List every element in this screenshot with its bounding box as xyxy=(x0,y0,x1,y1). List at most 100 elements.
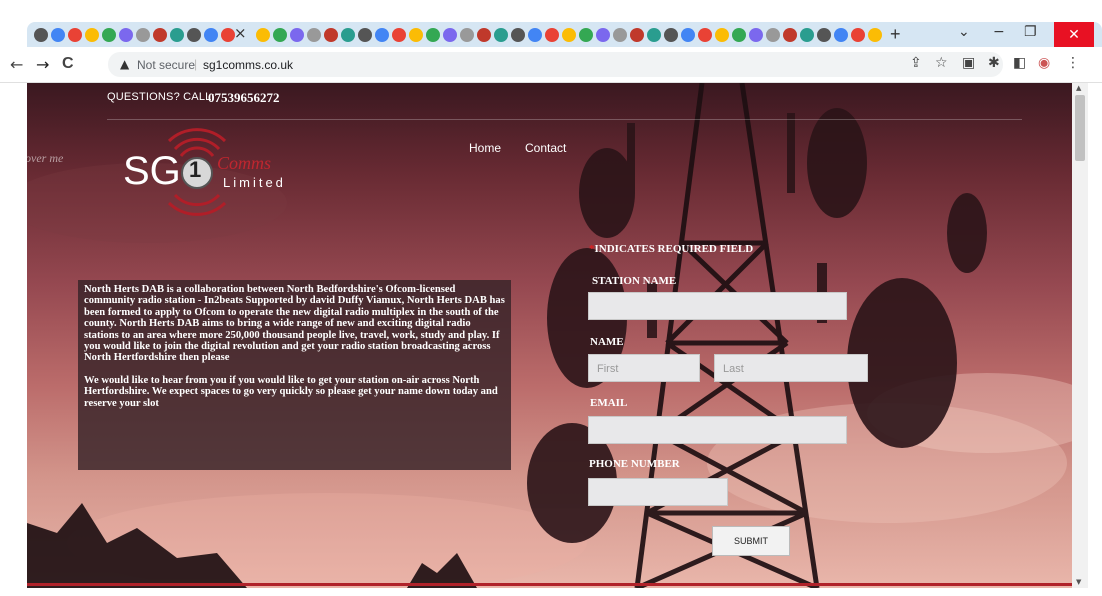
bottom-accent-bar xyxy=(27,583,1072,586)
scrollbar-thumb[interactable] xyxy=(1075,95,1085,161)
cta-paragraph: We would like to hear from you if you wo… xyxy=(84,374,498,409)
not-secure-label[interactable]: Not secure xyxy=(137,58,195,72)
tab-favicon-icon[interactable] xyxy=(545,28,559,42)
email-input[interactable] xyxy=(588,416,847,444)
back-button[interactable]: ← xyxy=(10,55,23,74)
phone-label: PHONE NUMBER xyxy=(589,458,680,470)
side-panel-icon[interactable]: ◧ xyxy=(1013,55,1026,71)
menu-kebab-icon[interactable]: ⋮ xyxy=(1066,55,1080,71)
tab-favicon-icon[interactable] xyxy=(358,28,372,42)
tab-favicon-icon[interactable] xyxy=(596,28,610,42)
tab-favicon-icon[interactable] xyxy=(392,28,406,42)
tab-favicon-icon[interactable] xyxy=(749,28,763,42)
profile-icon[interactable]: ◉ xyxy=(1038,55,1050,71)
reload-button[interactable]: C xyxy=(62,55,74,73)
nav-contact-link[interactable]: Contact xyxy=(525,141,566,155)
tab-favicon-icon[interactable] xyxy=(119,28,133,42)
scroll-up-arrow-icon[interactable]: ▲ xyxy=(1076,84,1081,92)
tab-favicon-icon[interactable] xyxy=(187,28,201,42)
tab-favicon-icon[interactable] xyxy=(409,28,423,42)
tab-favicon-icon[interactable] xyxy=(102,28,116,42)
email-label: EMAIL xyxy=(590,397,628,409)
tab-favicon-icon[interactable] xyxy=(766,28,780,42)
scroll-down-arrow-icon[interactable]: ▼ xyxy=(1076,578,1081,586)
last-name-placeholder: Last xyxy=(723,363,744,375)
forward-button[interactable]: → xyxy=(36,55,49,74)
puzzle-extensions-icon[interactable]: ✱ xyxy=(988,55,1000,71)
tab-favicon-icon[interactable] xyxy=(681,28,695,42)
intro-box: North Herts DAB is a collaboration betwe… xyxy=(78,280,511,470)
tab-favicon-icon[interactable] xyxy=(170,28,184,42)
phone-number[interactable]: 07539656272 xyxy=(208,90,280,106)
tab-favicon-icon[interactable] xyxy=(817,28,831,42)
tab-favicon-icon[interactable] xyxy=(800,28,814,42)
tab-favicon-icon[interactable] xyxy=(528,28,542,42)
tab-favicon-icon[interactable] xyxy=(34,28,48,42)
bookmark-star-icon[interactable]: ☆ xyxy=(935,55,948,71)
tab-favicon-icon[interactable] xyxy=(221,28,235,42)
tab-favicon-icon[interactable] xyxy=(85,28,99,42)
tab-favicon-icon[interactable] xyxy=(290,28,304,42)
phone-input[interactable] xyxy=(588,478,728,506)
tab-favicon-icon[interactable] xyxy=(341,28,355,42)
minimize-button[interactable]: − xyxy=(993,24,1005,40)
restore-button[interactable]: ❐ xyxy=(1024,24,1037,40)
tab-favicon-icon[interactable] xyxy=(698,28,712,42)
tab-favicon-icon[interactable] xyxy=(511,28,525,42)
sg1-logo[interactable]: SG 1 Comms Limited xyxy=(117,123,307,218)
share-icon[interactable]: ⇪ xyxy=(910,55,922,71)
required-note: *INDICATES REQUIRED FIELD xyxy=(589,243,753,255)
tab-favicon-icon[interactable] xyxy=(715,28,729,42)
new-tab-button[interactable]: + xyxy=(890,24,901,45)
last-name-input[interactable]: Last xyxy=(714,354,868,382)
logo-one: 1 xyxy=(189,157,202,182)
tab-favicon-icon[interactable] xyxy=(256,28,270,42)
logo-sg: SG xyxy=(123,149,181,193)
warning-icon[interactable]: ▲ xyxy=(120,57,129,71)
tab-favicon-icon[interactable] xyxy=(851,28,865,42)
tab-favicon-icon[interactable] xyxy=(630,28,644,42)
station-name-input[interactable] xyxy=(588,292,847,320)
tab-favicon-icon[interactable] xyxy=(868,28,882,42)
tab-favicon-icon[interactable] xyxy=(204,28,218,42)
tab-favicon-icon[interactable] xyxy=(647,28,661,42)
tab-favicon-icon[interactable] xyxy=(51,28,65,42)
cover-me-text: over me xyxy=(27,151,64,165)
url-text[interactable]: sg1comms.co.uk xyxy=(203,58,293,72)
submit-button[interactable]: SUBMIT xyxy=(712,526,790,556)
logo-limited: Limited xyxy=(223,175,286,190)
submit-label: SUBMIT xyxy=(733,536,768,546)
tab-favicon-icon[interactable] xyxy=(613,28,627,42)
tab-favicon-icon[interactable] xyxy=(324,28,338,42)
tab-favicon-icon[interactable] xyxy=(307,28,321,42)
tab-favicon-icon[interactable] xyxy=(136,28,150,42)
tab-close-icon[interactable]: × xyxy=(234,24,247,42)
tab-favicon-icon[interactable] xyxy=(579,28,593,42)
tab-favicon-icon[interactable] xyxy=(783,28,797,42)
tab-search-icon[interactable]: ⌄ xyxy=(958,24,970,40)
nav-home-link[interactable]: Home xyxy=(469,141,501,155)
questions-label: QUESTIONS? CALL: xyxy=(107,91,215,103)
tab-favicon-icon[interactable] xyxy=(562,28,576,42)
url-divider: | xyxy=(194,57,198,71)
close-icon: ✕ xyxy=(1068,26,1080,43)
tab-favicon-icon[interactable] xyxy=(153,28,167,42)
logo-comms: Comms xyxy=(217,153,272,173)
tab-favicon-icon[interactable] xyxy=(443,28,457,42)
tab-favicon-icon[interactable] xyxy=(460,28,474,42)
extension-icon[interactable]: ▣ xyxy=(962,55,975,71)
first-name-input[interactable]: First xyxy=(588,354,700,382)
tab-favicon-icon[interactable] xyxy=(834,28,848,42)
tab-favicon-icon[interactable] xyxy=(732,28,746,42)
web-page: QUESTIONS? CALL: 07539656272 Home Contac… xyxy=(27,83,1072,588)
window-close-button[interactable]: ✕ xyxy=(1054,22,1094,47)
tab-favicon-icon[interactable] xyxy=(375,28,389,42)
tab-favicon-icon[interactable] xyxy=(68,28,82,42)
required-note-text: INDICATES REQUIRED FIELD xyxy=(594,243,754,255)
tab-favicon-icon[interactable] xyxy=(664,28,678,42)
tab-favicon-icon[interactable] xyxy=(494,28,508,42)
tab-favicon-icon[interactable] xyxy=(273,28,287,42)
tab-favicon-icon[interactable] xyxy=(426,28,440,42)
intro-paragraph: North Herts DAB is a collaboration betwe… xyxy=(84,284,505,364)
tab-favicon-icon[interactable] xyxy=(477,28,491,42)
